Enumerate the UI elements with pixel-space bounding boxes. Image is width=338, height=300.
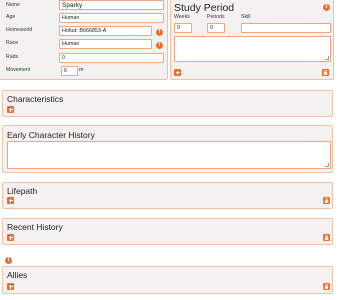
lifepath-add-button[interactable] [7, 197, 14, 204]
study-lock-button[interactable] [322, 69, 329, 76]
recent-history-title: Recent History [7, 222, 63, 232]
rads-input[interactable]: 0 [59, 53, 164, 63]
early-history-textarea[interactable] [7, 141, 331, 169]
homeworld-info-icon[interactable]: i [156, 29, 163, 36]
recent-history-panel: Recent History [2, 218, 333, 245]
movement-input[interactable]: 6 [61, 66, 78, 76]
age-label: Age [6, 14, 16, 20]
allies-lock-button[interactable] [323, 283, 330, 290]
homeworld-label: Homeworld [6, 27, 33, 33]
recent-history-lock-button[interactable] [323, 234, 330, 241]
recent-history-add-button[interactable] [7, 234, 14, 241]
study-add-button[interactable] [174, 69, 181, 76]
characteristics-title: Characteristics [7, 94, 64, 104]
name-label: Name [6, 2, 20, 8]
rads-label: Rads [6, 54, 19, 60]
race-info-icon[interactable]: i [156, 42, 163, 49]
weeks-input[interactable]: 0 [174, 23, 192, 33]
age-input[interactable]: Human [59, 13, 164, 23]
movement-unit: m [79, 67, 84, 73]
movement-label: Movement [6, 67, 31, 73]
skill-label: Skill [241, 14, 251, 20]
characteristics-add-button[interactable] [7, 106, 14, 113]
skill-input[interactable] [241, 23, 331, 33]
periods-label: Periods [207, 14, 225, 20]
early-history-title: Early Character History [7, 130, 95, 140]
study-period-title: Study Period [174, 2, 235, 14]
characteristics-panel: Characteristics [2, 90, 333, 117]
study-period-info-icon[interactable]: i [323, 4, 330, 11]
periods-input[interactable]: 0 [207, 23, 225, 33]
identity-panel: Name Sparky Age Human Homeworld Hofud: B… [0, 0, 168, 80]
weeks-label: Weeks [174, 14, 190, 20]
lock-icon [324, 283, 329, 289]
allies-title: Allies [7, 270, 28, 280]
lock-icon [324, 234, 329, 240]
study-period-panel: Study Period i Weeks 0 Periods 0 Skill [170, 0, 334, 80]
race-label: Race [6, 40, 19, 46]
lifepath-lock-button[interactable] [323, 197, 330, 204]
allies-panel: Allies [2, 266, 333, 294]
allies-info-icon[interactable]: i [5, 257, 12, 264]
homeworld-input[interactable]: Hofud: B666853-A [59, 26, 152, 36]
lock-icon [324, 197, 329, 203]
resize-grip[interactable] [325, 56, 329, 60]
name-input[interactable]: Sparky [59, 0, 164, 10]
race-input[interactable]: Human [59, 39, 152, 49]
lifepath-panel: Lifepath [2, 182, 333, 209]
allies-add-button[interactable] [7, 283, 14, 290]
lock-icon [323, 69, 328, 75]
study-notes-textarea[interactable] [174, 36, 331, 62]
early-history-panel: Early Character History [2, 125, 333, 173]
resize-grip[interactable] [325, 163, 329, 167]
lifepath-title: Lifepath [7, 186, 38, 196]
